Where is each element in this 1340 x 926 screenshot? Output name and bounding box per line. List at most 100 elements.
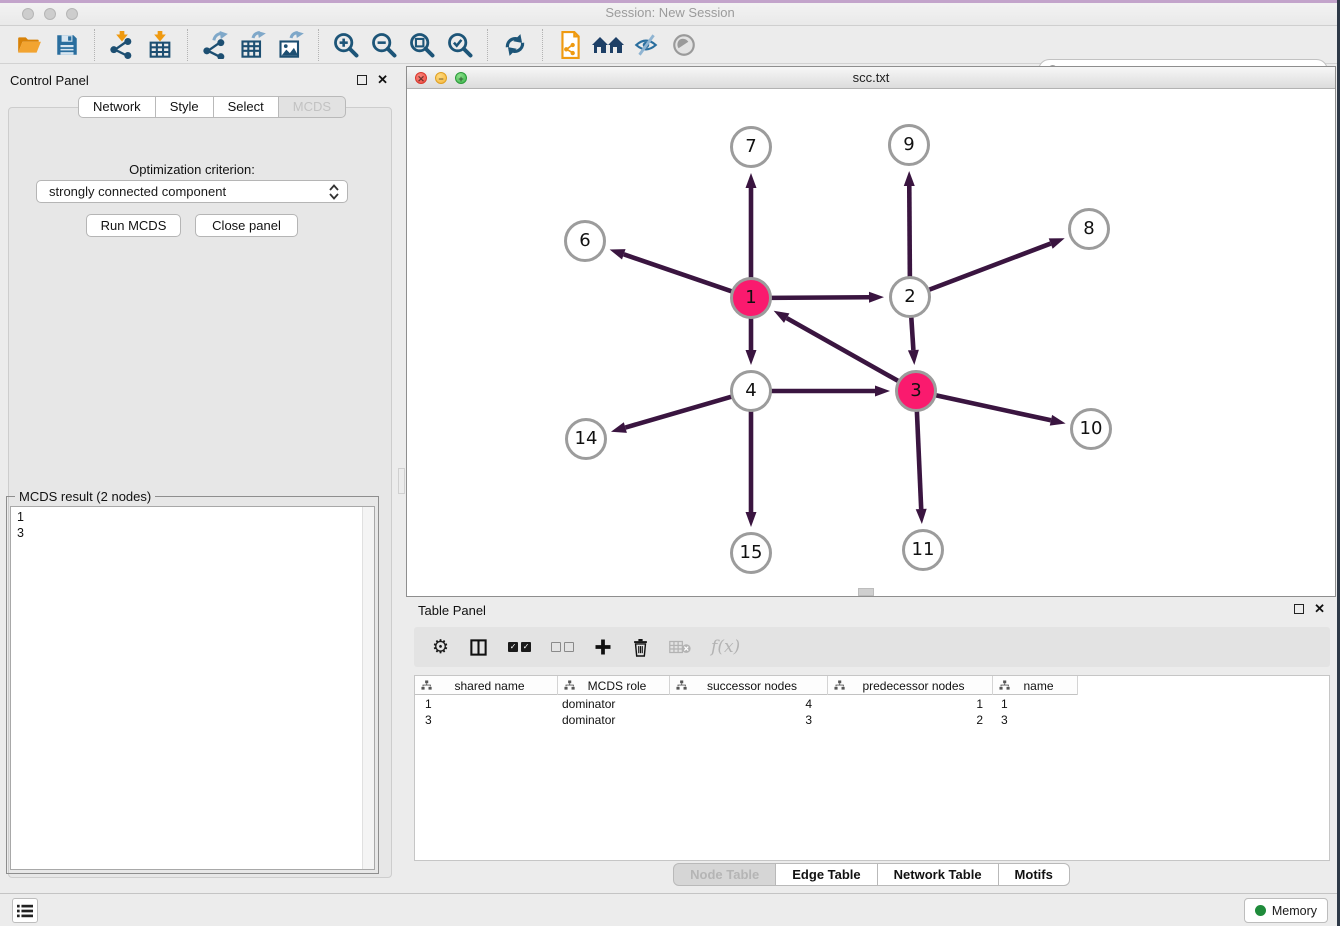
tab-network-table[interactable]: Network Table: [878, 863, 999, 886]
memory-label: Memory: [1272, 904, 1317, 918]
open-session-icon[interactable]: [12, 29, 46, 61]
mcds-result-list[interactable]: 13: [10, 506, 375, 870]
node-table: shared nameMCDS rolesuccessor nodesprede…: [414, 675, 1330, 861]
select-all-icon[interactable]: ✓✓: [508, 642, 531, 652]
network-window-titlebar[interactable]: ✕ − + scc.txt: [407, 67, 1335, 89]
zoom-fit-icon[interactable]: [405, 29, 439, 61]
tab-style[interactable]: Style: [156, 96, 214, 118]
table-settings-icon[interactable]: ⚙: [432, 638, 449, 657]
tab-motifs[interactable]: Motifs: [999, 863, 1070, 886]
table-cell[interactable]: 2: [828, 712, 993, 728]
tab-network[interactable]: Network: [78, 96, 156, 118]
table-cell[interactable]: dominator: [558, 696, 670, 712]
network-close-icon[interactable]: ✕: [415, 72, 427, 84]
graph-node-4[interactable]: 4: [730, 370, 772, 412]
tab-edge-table[interactable]: Edge Table: [776, 863, 877, 886]
network-minimize-icon[interactable]: −: [435, 72, 447, 84]
table-header-row: shared nameMCDS rolesuccessor nodesprede…: [415, 676, 1078, 695]
deselect-all-icon[interactable]: [551, 642, 574, 652]
table-cell[interactable]: 1: [415, 696, 558, 712]
graph-node-10[interactable]: 10: [1070, 408, 1112, 450]
column-header-successor-nodes[interactable]: successor nodes: [670, 676, 828, 695]
export-network-icon[interactable]: [198, 29, 232, 61]
sort-hierarchy-icon: [421, 680, 432, 691]
sort-hierarchy-icon: [834, 680, 845, 691]
graph-node-3[interactable]: 3: [895, 370, 937, 412]
table-row[interactable]: 1dominator411: [415, 696, 1078, 712]
window-zoom-button[interactable]: [66, 8, 78, 20]
table-cell[interactable]: 3: [670, 712, 828, 728]
window-minimize-button[interactable]: [44, 8, 56, 20]
graph-node-1[interactable]: 1: [730, 277, 772, 319]
delete-table-icon: [669, 639, 691, 655]
export-image-icon[interactable]: [274, 29, 308, 61]
optimization-criterion-label: Optimization criterion:: [0, 162, 384, 177]
table-cell[interactable]: 1: [993, 696, 1078, 712]
run-mcds-button[interactable]: Run MCDS: [86, 214, 181, 237]
status-bar: Memory: [0, 893, 1340, 926]
graph-node-15[interactable]: 15: [730, 532, 772, 574]
criterion-dropdown[interactable]: strongly connected component: [36, 180, 348, 203]
export-table-icon[interactable]: [236, 29, 270, 61]
table-cell[interactable]: 3: [993, 712, 1078, 728]
hide-panels-icon[interactable]: [629, 29, 663, 61]
vertical-splitter-handle[interactable]: [398, 468, 405, 494]
graph-node-2[interactable]: 2: [889, 276, 931, 318]
control-panel: Control Panel ✕ NetworkStyleSelectMCDS O…: [0, 66, 400, 886]
tab-select[interactable]: Select: [214, 96, 279, 118]
network-canvas[interactable]: 7 9 6 8 1 2 4 3 14 10 15 11: [407, 89, 1335, 596]
home-icon[interactable]: [591, 29, 625, 61]
sort-hierarchy-icon: [564, 680, 575, 691]
close-panel-button[interactable]: Close panel: [195, 214, 298, 237]
column-header-shared-name[interactable]: shared name: [415, 676, 558, 695]
result-scrollbar[interactable]: [362, 507, 374, 869]
table-cell[interactable]: 3: [415, 712, 558, 728]
close-table-panel-icon[interactable]: ✕: [1314, 603, 1325, 615]
import-network-icon[interactable]: [105, 29, 139, 61]
table-row[interactable]: 3dominator323: [415, 712, 1078, 728]
float-panel-icon[interactable]: [357, 75, 367, 85]
list-icon: [17, 904, 33, 918]
control-panel-tabs: NetworkStyleSelectMCDS: [78, 96, 346, 118]
column-header-name[interactable]: name: [993, 676, 1078, 695]
sort-hierarchy-icon: [999, 680, 1010, 691]
network-from-file-icon[interactable]: [553, 29, 587, 61]
add-row-icon[interactable]: [594, 638, 612, 656]
sort-hierarchy-icon: [676, 680, 687, 691]
toolbar-separator: [318, 29, 319, 61]
refresh-network-icon[interactable]: [498, 29, 532, 61]
table-cell[interactable]: 1: [828, 696, 993, 712]
horizontal-splitter-handle[interactable]: [858, 588, 874, 596]
window-close-button[interactable]: [22, 8, 34, 20]
graph-node-6[interactable]: 6: [564, 220, 606, 262]
close-panel-icon[interactable]: ✕: [377, 74, 388, 86]
table-cell[interactable]: dominator: [558, 712, 670, 728]
tab-node-table[interactable]: Node Table: [673, 863, 776, 886]
graph-node-9[interactable]: 9: [888, 124, 930, 166]
import-table-icon[interactable]: [143, 29, 177, 61]
zoom-selected-icon[interactable]: [443, 29, 477, 61]
graph-node-8[interactable]: 8: [1068, 208, 1110, 250]
task-history-button[interactable]: [12, 898, 38, 923]
show-columns-icon[interactable]: [469, 638, 488, 657]
graph-node-14[interactable]: 14: [565, 418, 607, 460]
float-table-panel-icon[interactable]: [1294, 604, 1304, 614]
tab-mcds[interactable]: MCDS: [279, 96, 346, 118]
zoom-out-icon[interactable]: [367, 29, 401, 61]
delete-row-icon[interactable]: [632, 638, 649, 657]
save-session-icon[interactable]: [50, 29, 84, 61]
mcds-result-title: MCDS result (2 nodes): [15, 489, 155, 504]
column-header-MCDS-role[interactable]: MCDS role: [558, 676, 670, 695]
zoom-in-icon[interactable]: [329, 29, 363, 61]
memory-button[interactable]: Memory: [1244, 898, 1328, 923]
graph-node-11[interactable]: 11: [902, 529, 944, 571]
column-header-predecessor-nodes[interactable]: predecessor nodes: [828, 676, 993, 695]
graph-node-7[interactable]: 7: [730, 126, 772, 168]
memory-status-icon: [1255, 905, 1266, 916]
toolbar-separator: [487, 29, 488, 61]
network-maximize-icon[interactable]: +: [455, 72, 467, 84]
window-titlebar: Session: New Session: [0, 0, 1340, 26]
result-line: 1: [17, 509, 374, 525]
toolbar-separator: [94, 29, 95, 61]
table-cell[interactable]: 4: [670, 696, 828, 712]
